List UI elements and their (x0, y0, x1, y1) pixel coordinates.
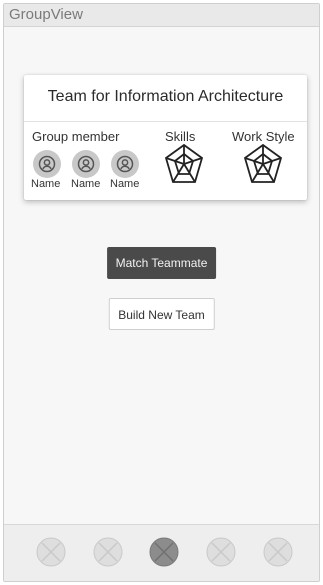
user-icon (116, 155, 134, 173)
member-avatar-2[interactable] (72, 150, 100, 178)
nav-item-3-placeholder-icon[interactable] (149, 537, 179, 567)
build-new-team-button[interactable]: Build New Team (108, 298, 215, 330)
team-card[interactable]: Team for Information Architecture Group … (24, 75, 307, 200)
member-avatar-3[interactable] (111, 150, 139, 178)
app-screen: GroupView Team for Information Architect… (3, 3, 320, 582)
user-icon (38, 155, 56, 173)
work-style-radar-icon[interactable] (241, 142, 285, 186)
member-name-2: Name (71, 178, 101, 190)
member-name-3: Name (110, 178, 140, 190)
nav-item-1-placeholder-icon[interactable] (36, 537, 66, 567)
skills-radar-icon[interactable] (162, 142, 206, 186)
member-name-1: Name (31, 178, 61, 190)
user-icon (77, 155, 95, 173)
nav-item-4-placeholder-icon[interactable] (206, 537, 236, 567)
nav-item-5-placeholder-icon[interactable] (263, 537, 293, 567)
team-title: Team for Information Architecture (47, 88, 284, 105)
card-divider (24, 121, 307, 122)
window-title: GroupView (4, 4, 319, 27)
nav-item-2-placeholder-icon[interactable] (93, 537, 123, 567)
group-member-header: Group member (32, 129, 120, 144)
bottom-nav (4, 524, 319, 581)
match-teammate-button[interactable]: Match Teammate (106, 247, 217, 279)
member-avatar-1[interactable] (33, 150, 61, 178)
